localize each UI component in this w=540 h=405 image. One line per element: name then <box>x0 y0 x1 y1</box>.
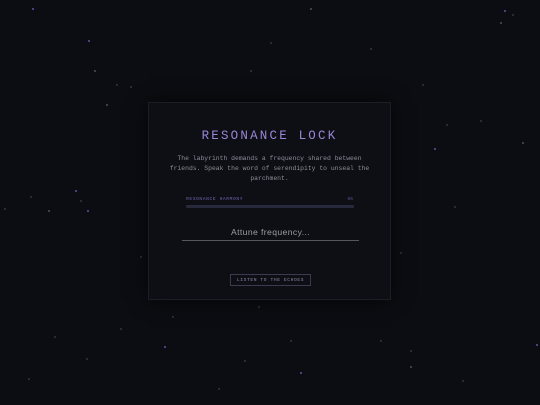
star <box>434 148 436 150</box>
star <box>87 210 89 212</box>
star <box>244 360 246 362</box>
frequency-input[interactable] <box>182 223 359 241</box>
star <box>80 200 82 202</box>
star <box>370 48 372 50</box>
star <box>258 306 260 308</box>
star <box>30 196 32 198</box>
panel-title: RESONANCE LOCK <box>201 129 338 143</box>
star <box>446 124 448 126</box>
star <box>32 8 34 10</box>
harmony-meter-value: 0% <box>347 197 353 202</box>
star <box>28 378 30 380</box>
star <box>512 14 514 16</box>
listen-to-echoes-button[interactable]: LISTEN TO THE ECHOES <box>230 274 311 286</box>
star <box>410 366 412 368</box>
star <box>172 316 174 318</box>
harmony-meter-label: RESONANCE HARMONY <box>186 197 244 202</box>
star <box>88 40 90 42</box>
star <box>270 42 272 44</box>
harmony-meter-track <box>186 205 354 208</box>
star <box>454 206 456 208</box>
star <box>400 252 402 254</box>
star <box>164 346 166 348</box>
star <box>106 104 108 106</box>
star <box>422 84 424 86</box>
star <box>480 120 482 122</box>
star <box>116 84 118 86</box>
star <box>4 208 6 210</box>
star <box>75 190 77 192</box>
star <box>290 340 292 342</box>
star <box>48 210 50 212</box>
star <box>462 380 464 382</box>
star <box>300 372 302 374</box>
star <box>410 350 412 352</box>
star <box>504 10 506 12</box>
star <box>54 336 56 338</box>
resonance-lock-panel: RESONANCE LOCK The labyrinth demands a f… <box>148 102 391 300</box>
star <box>86 358 88 360</box>
star <box>536 344 538 346</box>
star <box>380 340 382 342</box>
star <box>140 256 142 258</box>
star <box>500 22 502 24</box>
star <box>218 388 220 390</box>
star <box>130 86 132 88</box>
star <box>522 142 524 144</box>
star <box>250 70 252 72</box>
panel-description: The labyrinth demands a frequency shared… <box>169 155 370 182</box>
star <box>94 70 96 72</box>
star <box>120 328 122 330</box>
star <box>310 8 312 10</box>
